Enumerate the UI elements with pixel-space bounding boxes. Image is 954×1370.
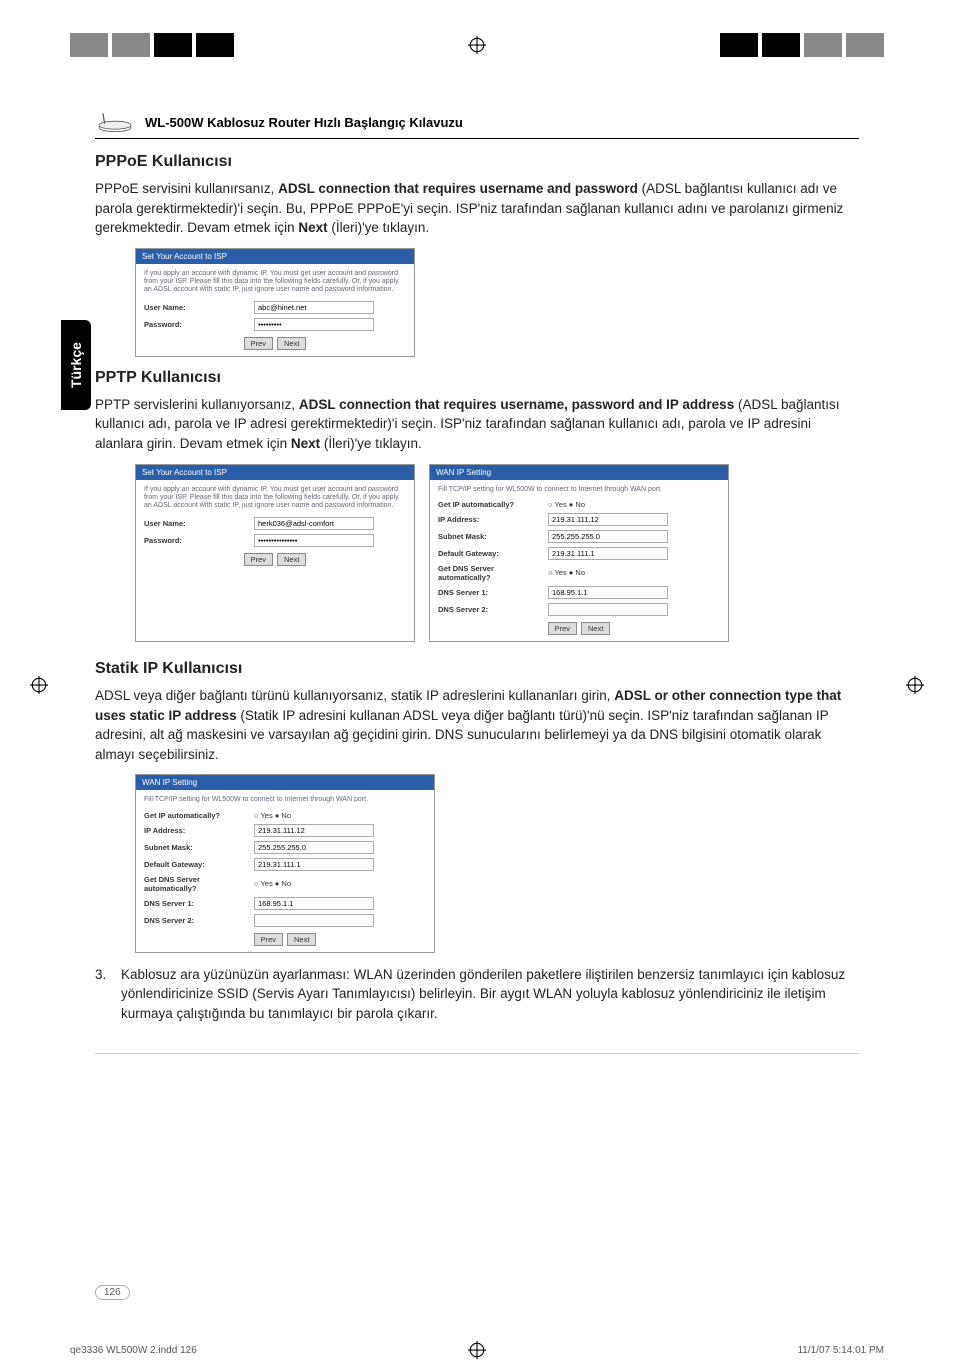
screenshot-wan-ip-1: WAN IP Setting Fill TCP/IP setting for W… (429, 464, 729, 642)
registration-icon (906, 676, 924, 694)
subnet-mask-label: Subnet Mask: (438, 532, 548, 541)
user-name-label: User Name: (144, 519, 254, 528)
next-button[interactable]: Next (581, 622, 610, 635)
print-marks-top (0, 30, 954, 60)
next-button[interactable]: Next (277, 337, 306, 350)
instruction-list: 3. Kablosuz ara yüzünüzün ayarlanması: W… (95, 965, 859, 1024)
get-ip-auto-label: Get IP automatically? (438, 500, 548, 509)
ip-address-label: IP Address: (144, 826, 254, 835)
screenshot-header: WAN IP Setting (136, 775, 434, 790)
dns-server-1-label: DNS Server 1: (144, 899, 254, 908)
screenshot-desc: Fill TCP/IP setting for WL500W to connec… (144, 796, 426, 804)
dns-server-2-label: DNS Server 2: (144, 916, 254, 925)
registration-icon (468, 1341, 486, 1359)
get-dns-auto-label: Get DNS Server automatically? (144, 875, 254, 893)
screenshot-header: Set Your Account to ISP (136, 465, 414, 480)
next-button[interactable]: Next (287, 933, 316, 946)
get-dns-auto-radio[interactable]: ○ Yes ● No (548, 568, 585, 577)
prev-button[interactable]: Prev (244, 553, 273, 566)
page-content: Türkçe WL-500W Kablosuz Router Hızlı Baş… (95, 110, 859, 1300)
screenshot-isp-account-1: Set Your Account to ISP If you apply an … (135, 248, 415, 357)
print-mark-left (30, 676, 48, 694)
subnet-mask-input[interactable] (548, 530, 668, 543)
default-gateway-label: Default Gateway: (438, 549, 548, 558)
section-static-ip-title: Statik IP Kullanıcısı (95, 660, 859, 678)
password-label: Password: (144, 536, 254, 545)
page-title: WL-500W Kablosuz Router Hızlı Başlangıç … (145, 115, 463, 130)
footer-right: 11/1/07 5:14:01 PM (797, 1345, 884, 1356)
dns-server-1-input[interactable] (254, 897, 374, 910)
page-header: WL-500W Kablosuz Router Hızlı Başlangıç … (95, 110, 859, 139)
prev-button[interactable]: Prev (254, 933, 283, 946)
ip-address-input[interactable] (548, 513, 668, 526)
section-static-ip-body: ADSL veya diğer bağlantı türünü kullanıy… (95, 686, 859, 764)
next-button[interactable]: Next (277, 553, 306, 566)
password-label: Password: (144, 320, 254, 329)
registration-icon (30, 676, 48, 694)
print-mark-right (906, 676, 924, 694)
screenshot-header: WAN IP Setting (430, 465, 728, 480)
dns-server-1-input[interactable] (548, 586, 668, 599)
screenshot-isp-account-2: Set Your Account to ISP If you apply an … (135, 464, 415, 642)
list-text: Kablosuz ara yüzünüzün ayarlanması: WLAN… (121, 965, 859, 1024)
section-pptp-body: PPTP servislerini kullanıyorsanız, ADSL … (95, 395, 859, 454)
screenshot-header: Set Your Account to ISP (136, 249, 414, 264)
language-tab: Türkçe (61, 320, 91, 410)
get-dns-auto-label: Get DNS Server automatically? (438, 564, 548, 582)
password-input[interactable] (254, 318, 374, 331)
user-name-input[interactable] (254, 517, 374, 530)
router-icon (95, 110, 135, 134)
default-gateway-input[interactable] (254, 858, 374, 871)
footer-left: qe3336 WL500W 2.indd 126 (70, 1345, 197, 1356)
section-pppoe-title: PPPoE Kullanıcısı (95, 153, 859, 171)
subnet-mask-input[interactable] (254, 841, 374, 854)
dns-server-2-label: DNS Server 2: (438, 605, 548, 614)
screenshot-desc: If you apply an account with dynamic IP,… (144, 486, 406, 511)
subnet-mask-label: Subnet Mask: (144, 843, 254, 852)
screenshot-desc: If you apply an account with dynamic IP,… (144, 270, 406, 295)
default-gateway-label: Default Gateway: (144, 860, 254, 869)
prev-button[interactable]: Prev (244, 337, 273, 350)
print-marks-bottom: qe3336 WL500W 2.indd 126 11/1/07 5:14:01… (0, 1340, 954, 1360)
registration-icon (468, 36, 486, 54)
default-gateway-input[interactable] (548, 547, 668, 560)
page-number: 126 (95, 1285, 130, 1300)
get-ip-auto-label: Get IP automatically? (144, 811, 254, 820)
get-ip-auto-radio[interactable]: ○ Yes ● No (254, 811, 291, 820)
dns-server-2-input[interactable] (548, 603, 668, 616)
section-pppoe-body: PPPoE servisini kullanırsanız, ADSL conn… (95, 179, 859, 238)
screenshot-desc: Fill TCP/IP setting for WL500W to connec… (438, 486, 720, 494)
dns-server-2-input[interactable] (254, 914, 374, 927)
dns-server-1-label: DNS Server 1: (438, 588, 548, 597)
get-dns-auto-radio[interactable]: ○ Yes ● No (254, 879, 291, 888)
user-name-label: User Name: (144, 303, 254, 312)
password-input[interactable] (254, 534, 374, 547)
list-number: 3. (95, 965, 111, 1024)
list-item: 3. Kablosuz ara yüzünüzün ayarlanması: W… (95, 965, 859, 1024)
get-ip-auto-radio[interactable]: ○ Yes ● No (548, 500, 585, 509)
prev-button[interactable]: Prev (548, 622, 577, 635)
ip-address-label: IP Address: (438, 515, 548, 524)
separator (95, 1053, 859, 1054)
screenshot-wan-ip-2: WAN IP Setting Fill TCP/IP setting for W… (135, 774, 435, 952)
ip-address-input[interactable] (254, 824, 374, 837)
user-name-input[interactable] (254, 301, 374, 314)
section-pptp-title: PPTP Kullanıcısı (95, 369, 859, 387)
